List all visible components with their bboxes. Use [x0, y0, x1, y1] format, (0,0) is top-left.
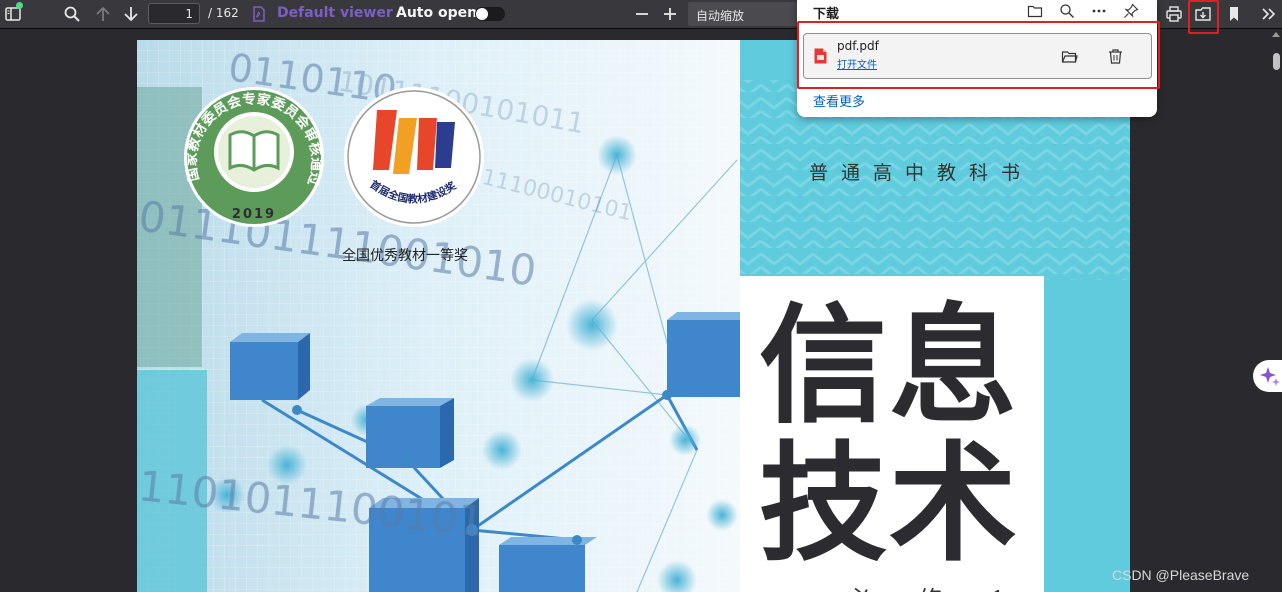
more-icon — [1092, 9, 1106, 13]
overflow-chevrons-icon — [1262, 8, 1276, 20]
page-total-label: / 162 — [208, 6, 239, 20]
page-number-input[interactable] — [148, 3, 200, 24]
zoom-select[interactable]: 自动缩放 — [688, 2, 798, 26]
auto-open-label: Auto open — [396, 5, 478, 21]
status-dot — [16, 2, 23, 9]
sparkle-icon — [1260, 367, 1280, 386]
arrow-up-icon — [96, 6, 110, 21]
print-icon — [1166, 6, 1182, 22]
minus-icon — [636, 13, 648, 15]
series-title: 普通高中教科书 — [809, 162, 1034, 184]
default-viewer-link[interactable]: Default viewer — [277, 5, 393, 21]
subject-title-char: 息 — [889, 291, 1018, 441]
pin-icon — [1124, 3, 1139, 18]
previous-page-button[interactable] — [90, 0, 116, 28]
pdf-page-cover: 0110110 011101111001010 011100010101 110… — [137, 40, 1130, 592]
subject-title-char: 术 — [889, 429, 1018, 579]
downloads-title: 下载 — [813, 7, 840, 22]
search-downloads-button[interactable] — [1054, 0, 1080, 22]
open-downloads-folder-button[interactable] — [1022, 0, 1048, 22]
pin-panel-button[interactable] — [1118, 0, 1144, 22]
zoom-in-button[interactable] — [657, 0, 683, 28]
see-more-link[interactable]: 查看更多 — [813, 91, 865, 110]
bookmark-button[interactable] — [1221, 0, 1247, 28]
vertical-scrollbar[interactable] — [1270, 29, 1282, 592]
default-viewer-icon-button[interactable] — [246, 0, 272, 28]
toggle-knob — [476, 8, 488, 20]
subject-title-char: 技 — [759, 429, 888, 579]
download-item-highlight — [797, 21, 1160, 89]
zoom-out-button[interactable] — [629, 0, 655, 28]
watermark: CSDN @PleaseBrave — [1112, 567, 1250, 583]
auto-open-toggle[interactable] — [475, 7, 505, 21]
award-seal: 首届全国教材建设奖 — [344, 87, 484, 227]
search-icon — [64, 6, 80, 22]
scroll-up-arrow-icon[interactable] — [1272, 32, 1280, 37]
scrollbar-thumb[interactable] — [1273, 53, 1280, 70]
arrow-down-icon — [124, 7, 138, 22]
ai-assistant-button[interactable] — [1253, 360, 1282, 392]
award-caption: 全国优秀教材一等奖 — [342, 248, 468, 264]
pdf-file-icon — [253, 6, 265, 22]
sidebar-toggle-button[interactable] — [0, 0, 26, 28]
print-button[interactable] — [1161, 0, 1187, 28]
find-button[interactable] — [59, 0, 85, 28]
overflow-menu-button[interactable] — [1256, 0, 1282, 28]
folder-icon — [1027, 5, 1043, 18]
seal-year: 2019 — [232, 207, 276, 222]
review-seal: 国家教材委员会专家委员会审核通过 — [183, 87, 324, 227]
more-options-button[interactable] — [1086, 0, 1112, 22]
next-page-button[interactable] — [118, 0, 144, 28]
save-button-highlight — [1188, 0, 1219, 34]
plus-icon — [664, 8, 676, 20]
subject-title-char: 信 — [759, 291, 888, 441]
bookmark-icon — [1230, 7, 1238, 21]
search-icon — [1060, 4, 1074, 18]
volume-subtitle: 必 修 1 — [847, 580, 1026, 592]
